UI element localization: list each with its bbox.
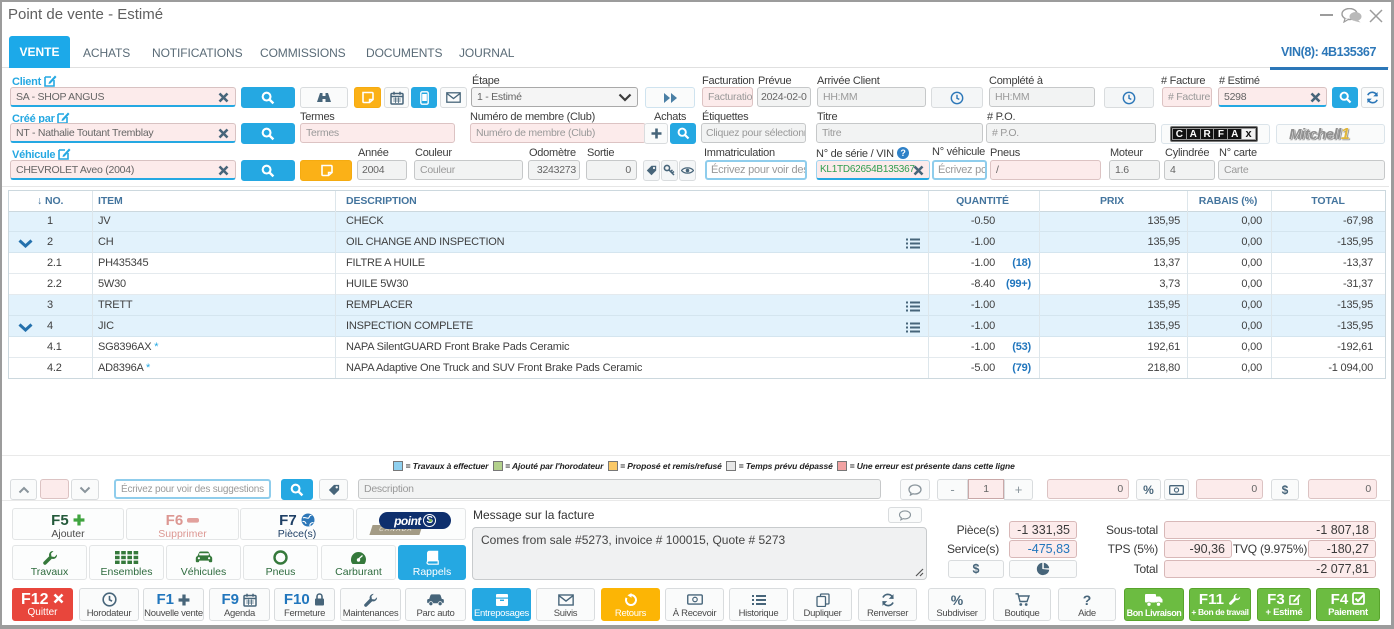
svg-text:?: ? xyxy=(900,148,905,158)
